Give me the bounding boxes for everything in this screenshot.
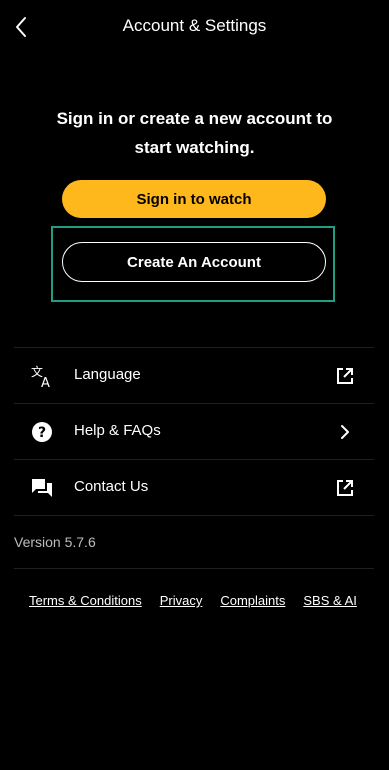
page-title: Account & Settings [122, 16, 267, 35]
menu-item-contact[interactable]: Contact Us [14, 460, 374, 516]
help-icon: ? [30, 420, 54, 444]
menu-item-label: Language [74, 366, 141, 383]
terms-link[interactable]: Terms & Conditions [29, 593, 142, 608]
complaints-link[interactable]: Complaints [220, 593, 285, 608]
sbs-ai-link[interactable]: SBS & AI [303, 593, 356, 608]
privacy-link[interactable]: Privacy [160, 593, 203, 608]
svg-text:A: A [41, 376, 50, 388]
svg-text:?: ? [38, 425, 46, 441]
app-header: Account & Settings [0, 0, 389, 56]
chat-icon [30, 476, 54, 500]
translate-icon: 文 A [30, 364, 54, 388]
create-account-button[interactable]: Create An Account [62, 242, 326, 282]
divider [14, 568, 374, 569]
sign-in-button[interactable]: Sign in to watch [62, 180, 326, 218]
menu-item-label: Help & FAQs [74, 422, 161, 439]
footer-links: Terms & Conditions Privacy Complaints SB… [29, 593, 357, 608]
external-link-icon [334, 365, 356, 387]
menu-item-label: Contact Us [74, 478, 149, 495]
signin-prompt: Sign in or create a new account to start… [30, 104, 359, 162]
signin-prompt-line-2: start watching. [134, 138, 255, 157]
menu-item-language[interactable]: 文 A Language [14, 348, 374, 404]
menu-item-help[interactable]: ? Help & FAQs [14, 404, 374, 460]
app-version: Version 5.7.6 [14, 534, 96, 550]
external-link-icon [334, 477, 356, 499]
chevron-right-icon [334, 421, 356, 443]
signin-prompt-line-1: Sign in or create a new account to [56, 109, 333, 128]
settings-menu: 文 A Language ? Help & FAQs Contact Us [14, 347, 374, 516]
